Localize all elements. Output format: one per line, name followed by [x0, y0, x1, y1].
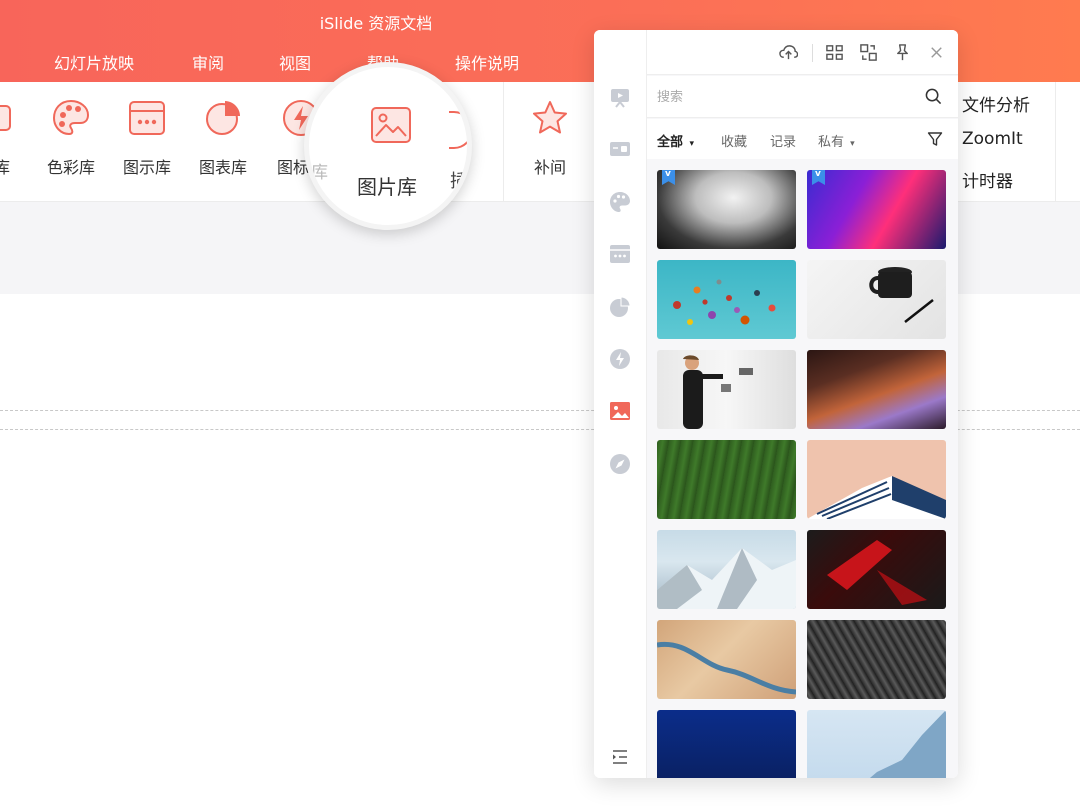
slideshow-icon[interactable]	[609, 86, 631, 108]
search-bar	[647, 76, 958, 118]
desert-river-graphic	[657, 641, 796, 695]
panel-header	[647, 30, 958, 75]
menu-view[interactable]: 视图	[279, 50, 311, 74]
diagram-library-icon	[129, 101, 165, 135]
buildings-graphic	[807, 476, 946, 519]
menu-slideshow[interactable]: 幻灯片放映	[54, 50, 134, 74]
image-thumbnail[interactable]	[657, 170, 796, 249]
ribbon-label: 图表库	[198, 158, 247, 177]
image-thumbnail[interactable]	[657, 710, 796, 778]
coffee-cup-graphic	[869, 267, 934, 323]
image-thumbnail[interactable]	[807, 620, 946, 699]
search-input[interactable]	[657, 86, 917, 108]
grid-view-icon[interactable]	[825, 43, 844, 62]
menu-review[interactable]: 审阅	[192, 50, 224, 74]
image-thumbnail[interactable]	[807, 350, 946, 429]
filter-all[interactable]: 全部 ▾	[657, 131, 694, 150]
vip-badge-icon	[812, 170, 825, 185]
filter-label: 私有	[818, 135, 845, 150]
red-light-graphic	[827, 540, 927, 605]
image-thumbnail[interactable]	[657, 440, 796, 519]
header-divider	[812, 44, 813, 62]
image-thumbnail[interactable]	[657, 350, 796, 429]
close-icon[interactable]	[927, 43, 946, 62]
image-thumbnail[interactable]	[807, 260, 946, 339]
image-thumbnail[interactable]	[657, 260, 796, 339]
panel-sidebar	[594, 30, 647, 778]
filter-icon[interactable]	[927, 131, 943, 147]
partial-label-right: 插	[450, 171, 468, 192]
filter-private[interactable]: 私有 ▾	[818, 131, 855, 150]
resource-panel: 全部 ▾ 收藏 记录 私有 ▾	[594, 30, 958, 778]
palette-icon	[52, 99, 90, 136]
panel-content: 全部 ▾ 收藏 记录 私有 ▾	[647, 30, 958, 778]
star-icon	[533, 101, 567, 134]
glacier-graphic	[869, 710, 946, 778]
image-thumbnail[interactable]	[657, 530, 796, 609]
filter-label: 全部	[657, 135, 684, 150]
ribbon-color-library-button[interactable]: 色彩库	[35, 98, 107, 178]
image-thumbnail[interactable]	[807, 440, 946, 519]
pie-chart-icon	[206, 101, 240, 135]
image-thumbnail[interactable]	[807, 530, 946, 609]
search-icon[interactable]	[925, 88, 942, 105]
compass-icon[interactable]	[609, 453, 631, 475]
filter-bar: 全部 ▾ 收藏 记录 私有 ▾	[647, 119, 958, 159]
ribbon-diagram-library-button[interactable]: 图示库	[111, 98, 183, 178]
man-drawing-graphic	[683, 355, 753, 429]
image-library-icon[interactable]	[369, 103, 413, 147]
ribbon-label: 补间	[533, 158, 566, 177]
lightning-icon[interactable]	[609, 348, 631, 370]
magnifier-callout: 库 图片库 插	[304, 62, 472, 230]
ribbon-divider	[503, 82, 504, 202]
ribbon-divider	[1055, 82, 1056, 202]
menu-instructions[interactable]: 操作说明	[455, 50, 519, 74]
ribbon-theme-library-button[interactable]: 题库	[0, 98, 30, 178]
balloons-graphic	[673, 279, 776, 325]
switch-icon[interactable]	[859, 43, 878, 62]
palette-icon[interactable]	[609, 191, 631, 213]
filter-history[interactable]: 记录	[770, 131, 796, 150]
theme-icon[interactable]	[609, 138, 631, 160]
chevron-down-icon: ▾	[689, 139, 695, 149]
ribbon-tween-button[interactable]: 补间	[514, 98, 586, 178]
collapse-panel-icon[interactable]	[611, 748, 629, 766]
theme-library-icon	[0, 105, 11, 131]
ribbon-label: 题库	[0, 158, 10, 177]
ribbon-label: 色彩库	[46, 158, 95, 177]
ribbon-timer-button[interactable]: 计时器	[962, 167, 1013, 192]
image-library-label: 图片库	[357, 175, 417, 199]
image-thumbnail[interactable]	[657, 620, 796, 699]
ribbon-chart-library-button[interactable]: 图表库	[187, 98, 259, 178]
pin-icon[interactable]	[893, 43, 912, 62]
pie-chart-icon[interactable]	[609, 296, 631, 318]
ribbon-zoomit-button[interactable]: ZoomIt	[962, 129, 1023, 149]
ribbon-file-analysis-button[interactable]: 文件分析	[962, 91, 1030, 116]
image-thumbnail[interactable]	[807, 170, 946, 249]
diagram-icon[interactable]	[609, 243, 631, 265]
image-thumbnail[interactable]	[807, 710, 946, 778]
cloud-upload-icon[interactable]	[779, 43, 798, 62]
filter-favorites[interactable]: 收藏	[721, 131, 747, 150]
mountains-graphic	[657, 548, 796, 609]
chevron-down-icon: ▾	[850, 139, 855, 149]
image-icon[interactable]	[609, 400, 631, 422]
partial-label-left: 库	[311, 163, 328, 183]
ribbon-label: 图示库	[122, 158, 171, 177]
vip-badge-icon	[662, 170, 675, 185]
